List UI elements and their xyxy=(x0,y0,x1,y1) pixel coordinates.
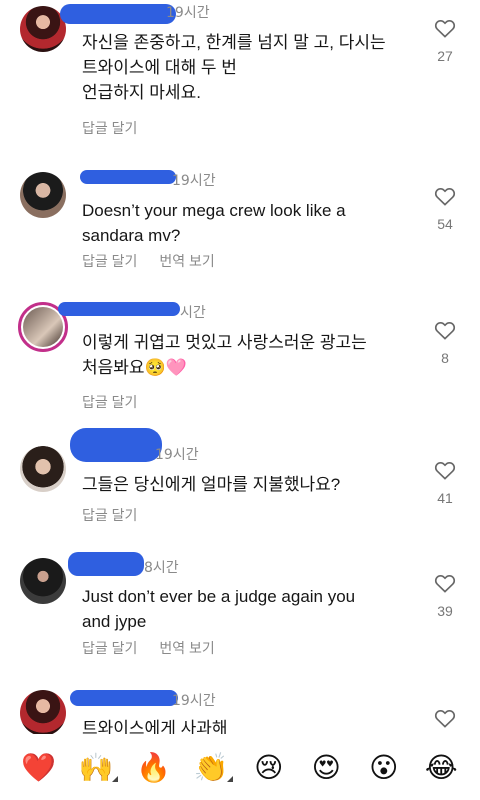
surprised-emoji-button[interactable]: 😮 xyxy=(364,751,404,784)
comment-time: 19시간 xyxy=(172,173,216,189)
like-button[interactable]: 54 xyxy=(430,186,460,232)
comment-actions: 답글 달기 xyxy=(82,118,155,138)
redacted-username xyxy=(70,428,162,462)
redacted-username xyxy=(70,690,178,706)
heart-icon xyxy=(434,462,456,480)
comment-time: 19시간 xyxy=(155,447,199,463)
heart-icon xyxy=(434,575,456,593)
like-count: 27 xyxy=(437,48,453,64)
translate-button[interactable]: 번역 보기 xyxy=(159,253,214,269)
heart-icon xyxy=(434,188,456,206)
comment-time: 19시간 xyxy=(172,693,216,709)
avatar[interactable] xyxy=(20,172,66,218)
reply-button[interactable]: 답글 달기 xyxy=(82,120,137,136)
like-button[interactable]: 27 xyxy=(430,18,460,64)
comment-time: 8시간 xyxy=(144,560,179,576)
heart-icon xyxy=(434,710,456,728)
heart-icon xyxy=(434,322,456,340)
comment-actions: 답글 달기 xyxy=(82,505,155,525)
comment-text: 자신을 존중하고, 한계를 넘지 말 고, 다시는 트와이스에 대해 두 번 언… xyxy=(82,33,386,102)
like-button[interactable]: 8 xyxy=(430,320,460,366)
laughing-emoji-button[interactable]: 😂 xyxy=(421,751,461,784)
redacted-username xyxy=(80,170,176,184)
like-count: 39 xyxy=(437,603,453,619)
heart-eyes-emoji-button[interactable]: 😍 xyxy=(306,751,346,784)
comment-text: 이렇게 귀엽고 멋있고 사랑스러운 광고는 처음봐요🥺🩷 xyxy=(82,333,367,377)
comment-text: Just don’t ever be a judge again you and… xyxy=(82,587,356,631)
avatar[interactable] xyxy=(20,690,66,736)
comment-actions: 답글 달기 번역 보기 xyxy=(82,251,233,271)
comment-text: 그들은 당신에게 얼마를 지불했나요? xyxy=(82,475,341,494)
comment-time: 19시간 xyxy=(166,5,210,21)
emoji-reaction-bar: ❤️ 🙌 🔥 👏 😢 😍 😮 😂 xyxy=(0,734,480,800)
reply-button[interactable]: 답글 달기 xyxy=(82,507,137,523)
clapping-emoji-button[interactable]: 👏 xyxy=(191,751,234,784)
like-count: 8 xyxy=(441,350,449,366)
fire-emoji-button[interactable]: 🔥 xyxy=(134,751,174,784)
redacted-username xyxy=(60,4,176,24)
like-count: 41 xyxy=(437,490,453,506)
translate-button[interactable]: 번역 보기 xyxy=(159,640,214,656)
redacted-username xyxy=(58,302,180,316)
raised-hands-emoji-button[interactable]: 🙌 xyxy=(76,751,119,784)
reply-button[interactable]: 답글 달기 xyxy=(82,640,137,656)
like-button[interactable]: 39 xyxy=(430,573,460,619)
heart-emoji-button[interactable]: ❤️ xyxy=(19,751,59,784)
redacted-username xyxy=(68,552,144,576)
crying-emoji-button[interactable]: 😢 xyxy=(249,751,289,784)
avatar[interactable] xyxy=(20,446,66,492)
like-button[interactable]: 41 xyxy=(430,460,460,506)
avatar[interactable] xyxy=(20,558,66,604)
comment-actions: 답글 달기 번역 보기 xyxy=(82,638,233,658)
reply-button[interactable]: 답글 달기 xyxy=(82,253,137,269)
reply-button[interactable]: 답글 달기 xyxy=(82,394,137,410)
comment-text: Doesn’t your mega crew look like a sanda… xyxy=(82,201,346,245)
heart-icon xyxy=(434,20,456,38)
like-count: 54 xyxy=(437,216,453,232)
comment-time: 시간 xyxy=(180,305,206,321)
comment-actions: 답글 달기 xyxy=(82,392,155,412)
like-button[interactable] xyxy=(430,708,460,728)
